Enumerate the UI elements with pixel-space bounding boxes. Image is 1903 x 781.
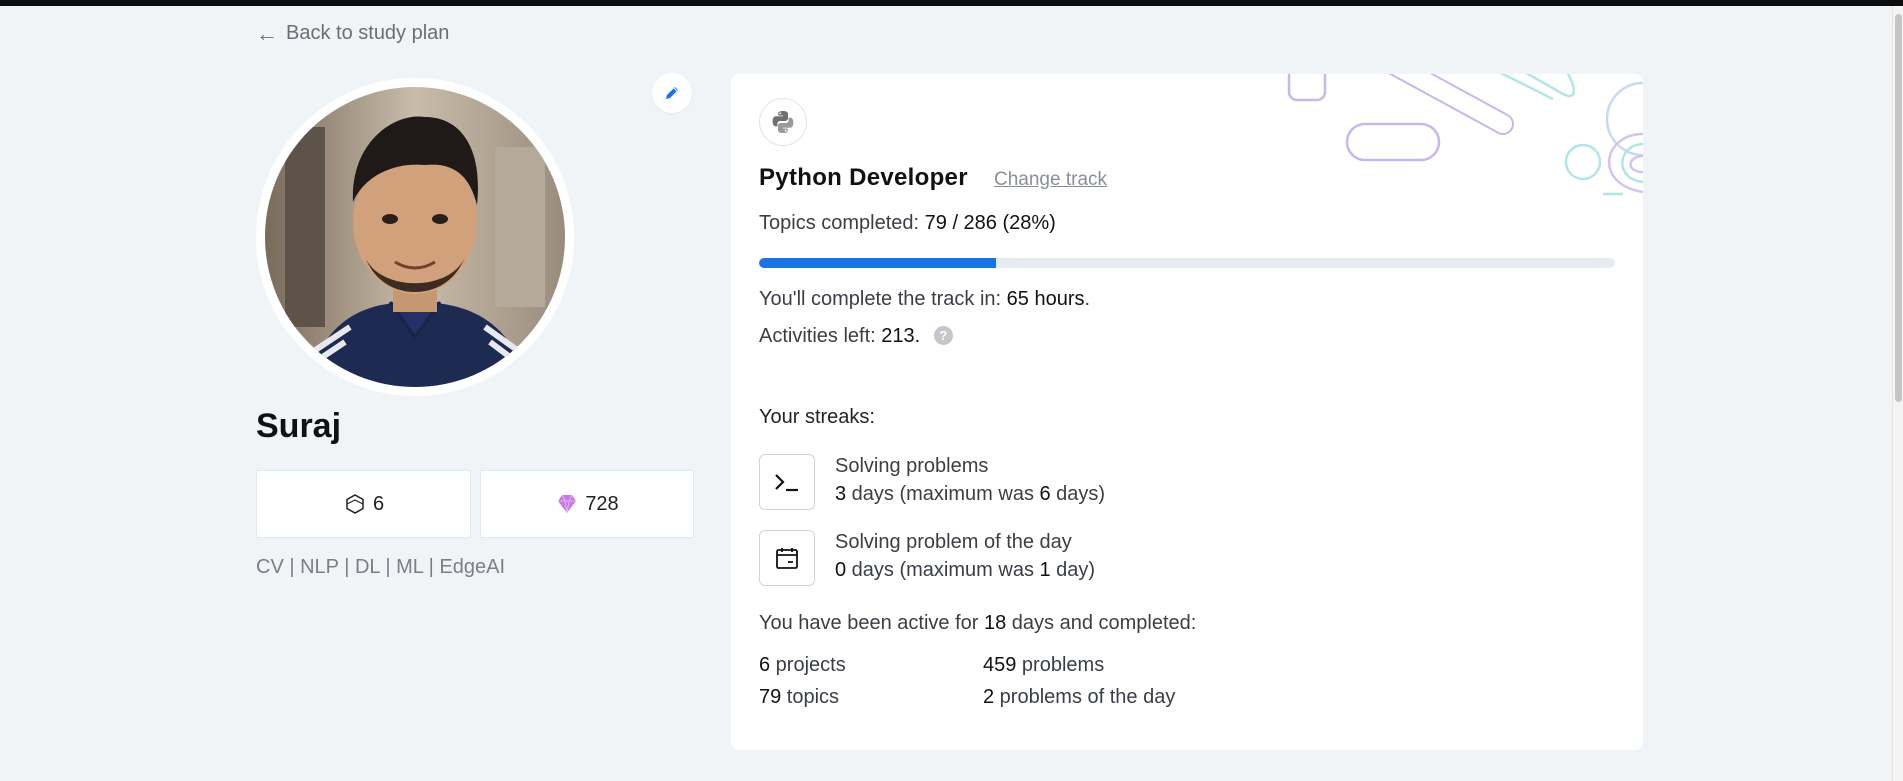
stat-label: problems of the day: [994, 686, 1176, 708]
help-icon[interactable]: ?: [933, 326, 953, 345]
stat-label: topics: [781, 686, 840, 708]
scrollbar-thumb[interactable]: [1895, 14, 1902, 402]
calendar-icon: [759, 530, 815, 586]
activities-left: Activities left: 213. ?: [759, 325, 953, 348]
stat-value: 2: [983, 686, 995, 708]
stat-value: 6: [759, 654, 771, 676]
streak-max: 1: [1039, 559, 1051, 581]
streak-detail: 0 days (maximum was 1 day): [835, 556, 1095, 584]
completion-value: 65 hours: [1006, 288, 1085, 310]
stat-projects: 6 projects: [759, 654, 846, 677]
streak-end: days): [1050, 483, 1106, 505]
scrollbar-track[interactable]: [1892, 6, 1903, 781]
streak-current: 0: [835, 559, 847, 581]
avatar-photo: [265, 87, 565, 387]
topics-value: 79 / 286 (28%): [924, 212, 1056, 234]
back-label: Back to study plan: [286, 22, 450, 44]
activity-summary: You have been active for 18 days and com…: [759, 612, 1196, 635]
stat-label: projects: [770, 654, 846, 676]
stat-value: 79: [759, 686, 782, 708]
stat-problems: 459 problems: [983, 654, 1104, 677]
streak-end: day): [1050, 559, 1096, 581]
activity-suffix: days and completed:: [1006, 612, 1197, 634]
streak-problem-of-day: Solving problem of the day 0 days (maxim…: [835, 528, 1095, 584]
stat-topics: 79 topics: [759, 686, 839, 709]
streak-mid: days (maximum was: [846, 483, 1040, 505]
level-value: 6: [372, 492, 385, 515]
track-progress-fill: [759, 258, 997, 268]
terminal-icon: [759, 454, 815, 510]
python-logo-icon: [759, 98, 807, 146]
top-bar: [0, 0, 1903, 6]
gems-badge[interactable]: 728: [480, 470, 694, 538]
hexagon-level-icon: [346, 494, 364, 514]
streak-mid: days (maximum was: [846, 559, 1040, 581]
gems-value: 728: [585, 492, 619, 515]
track-card: Python Developer Change track Topics com…: [731, 74, 1643, 750]
activities-label: Activities left:: [759, 325, 876, 347]
completion-estimate: You'll complete the track in: 65 hours.: [759, 288, 1090, 311]
track-progress-bar: [759, 258, 1615, 268]
completion-suffix: .: [1084, 288, 1091, 310]
streak-solving-problems: Solving problems 3 days (maximum was 6 d…: [835, 452, 1105, 508]
activity-prefix: You have been active for: [759, 612, 984, 634]
stat-problems-of-day: 2 problems of the day: [983, 686, 1175, 709]
stat-value: 459: [983, 654, 1017, 676]
track-title: Python Developer: [759, 164, 968, 191]
streak-current: 3: [835, 483, 847, 505]
streaks-heading: Your streaks:: [759, 406, 875, 428]
topics-label: Topics completed:: [759, 212, 920, 234]
activities-value: 213.: [881, 325, 921, 347]
pencil-icon: [666, 87, 678, 99]
streak-title: Solving problems: [835, 455, 989, 477]
streak-title: Solving problem of the day: [835, 531, 1072, 553]
completion-label: You'll complete the track in:: [759, 288, 1002, 310]
edit-profile-button[interactable]: [652, 73, 692, 113]
gem-icon: [558, 494, 577, 514]
topics-completed: Topics completed: 79 / 286 (28%): [759, 212, 1056, 235]
decorative-pattern: [1287, 74, 1643, 196]
arrow-left-icon: ←: [256, 20, 278, 46]
change-track-link[interactable]: Change track: [994, 169, 1107, 191]
profile-bio: CV | NLP | DL | ML | EdgeAI: [256, 556, 506, 578]
avatar[interactable]: [265, 87, 565, 387]
streak-max: 6: [1039, 483, 1051, 505]
streak-detail: 3 days (maximum was 6 days): [835, 480, 1105, 508]
level-badge[interactable]: 6: [256, 470, 471, 538]
activity-days: 18: [983, 612, 1007, 634]
stat-label: problems: [1016, 654, 1105, 676]
back-to-study-plan-link[interactable]: ← Back to study plan: [256, 22, 449, 45]
profile-name: Suraj: [256, 407, 342, 445]
